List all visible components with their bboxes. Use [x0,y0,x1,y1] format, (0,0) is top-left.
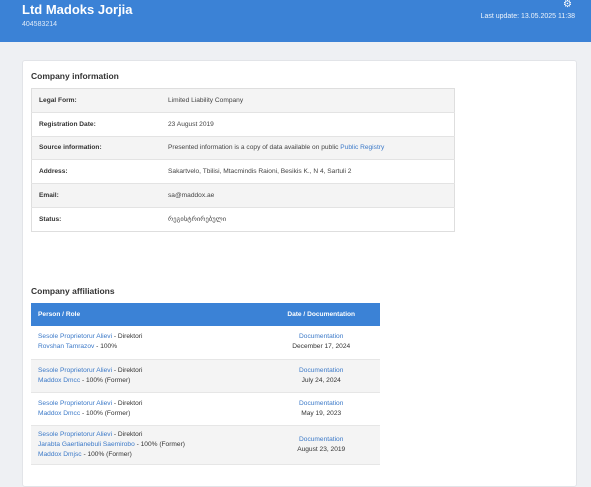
status-value: რეგისტრირებული [168,216,227,224]
person-link[interactable]: Maddox Dmcc [38,377,80,384]
documentation-link[interactable]: Documentation [269,366,373,376]
person-role: - Direktori [112,430,143,438]
company-id: 404583214 [22,21,58,28]
person-cell: Sesole Proprietorur Alievi - Direktori M… [31,392,262,425]
table-row: Sesole Proprietorur Alievi - Direktori R… [31,326,380,359]
person-role: - Direktori [112,366,143,374]
affiliations-header-row: Person / Role Date / Documentation [31,303,380,326]
info-row-status: Status: რეგისტრირებული [31,207,455,232]
person-cell: Sesole Proprietorur Alievi - Direktori R… [31,326,262,359]
person-cell: Sesole Proprietorur Alievi - Direktori M… [31,359,262,392]
documentation-link[interactable]: Documentation [269,332,373,342]
company-information-title: Company information [31,71,119,81]
person-role: - Direktori [112,333,143,341]
person-role: - 100% (Former) [80,409,131,417]
person-role: - 100% (Former) [81,450,132,458]
company-affiliations-title: Company affiliations [31,286,115,296]
date-cell: Documentation July 24, 2024 [262,359,380,392]
affiliation-date: May 19, 2023 [301,409,342,417]
company-card: Company information Legal Form: Limited … [22,60,577,487]
person-link[interactable]: Sesole Proprietorur Alievi [38,367,112,374]
info-row-legal-form: Legal Form: Limited Liability Company [31,88,455,113]
info-row-address: Address: Sakartvelo, Tbilisi, Mtacmindis… [31,159,455,184]
documentation-link[interactable]: Documentation [269,435,373,445]
gear-icon[interactable]: ⚙ [563,0,572,10]
info-label: Status: [39,215,62,223]
person-link[interactable]: Rovshan Tamrazov [38,343,94,350]
info-label: Email: [39,192,59,200]
person-role: - 100% (Former) [134,440,185,448]
documentation-link[interactable]: Documentation [269,399,373,409]
affiliations-table: Person / Role Date / Documentation Sesol… [31,303,380,465]
company-info-table: Legal Form: Limited Liability Company Re… [31,88,455,232]
info-row-source-information: Source information: Presented informatio… [31,136,455,160]
affiliation-date: August 23, 2019 [297,445,346,453]
info-label: Registration Date: [39,120,96,128]
affiliation-date: December 17, 2024 [292,343,351,351]
date-cell: Documentation May 19, 2023 [262,392,380,425]
column-header-date: Date / Documentation [262,303,380,326]
table-row: Sesole Proprietorur Alievi - Direktori M… [31,359,380,392]
info-value: Presented information is a copy of data … [167,136,455,160]
info-label: Address: [39,168,68,176]
person-role: - 100% (Former) [80,376,131,384]
info-value: 23 August 2019 [168,120,214,128]
table-row: Sesole Proprietorur Alievi - Direktori M… [31,392,380,425]
person-link[interactable]: Jarabta Gaertianebuli Saemirobo [38,441,135,448]
column-header-person: Person / Role [31,303,263,326]
person-role: - 100% [94,343,118,351]
last-update-text: Last update: 13.05.2025 11:38 [480,13,575,20]
info-row-email: Email: sa@maddox.ae [31,183,455,208]
person-link[interactable]: Sesole Proprietorur Alievi [38,431,112,438]
person-cell: Sesole Proprietorur Alievi - Direktori J… [31,425,262,464]
info-label: Legal Form: [39,96,77,104]
person-link[interactable]: Maddox Dmjsc [38,451,82,458]
table-row: Sesole Proprietorur Alievi - Direktori J… [31,425,380,464]
info-value: Sakartvelo, Tbilisi, Mtacmindis Raioni, … [168,168,352,176]
source-text: Presented information is a copy of data … [168,144,339,152]
info-label: Source information: [39,144,102,152]
company-name: Ltd Madoks Jorjia [22,2,133,17]
person-link[interactable]: Sesole Proprietorur Alievi [38,333,112,340]
info-value: Limited Liability Company [168,96,244,104]
person-link[interactable]: Maddox Dmcc [38,410,80,417]
info-row-registration-date: Registration Date: 23 August 2019 [31,112,455,137]
public-registry-link[interactable]: Public Registry [340,144,384,151]
person-link[interactable]: Sesole Proprietorur Alievi [38,400,112,407]
date-cell: Documentation December 17, 2024 [262,326,380,359]
person-role: - Direktori [112,399,143,407]
page-header: Ltd Madoks Jorjia 404583214 ⚙ Last updat… [0,0,591,42]
affiliation-date: July 24, 2024 [301,376,341,384]
info-value: sa@maddox.ae [168,192,215,200]
date-cell: Documentation August 23, 2019 [262,425,380,464]
